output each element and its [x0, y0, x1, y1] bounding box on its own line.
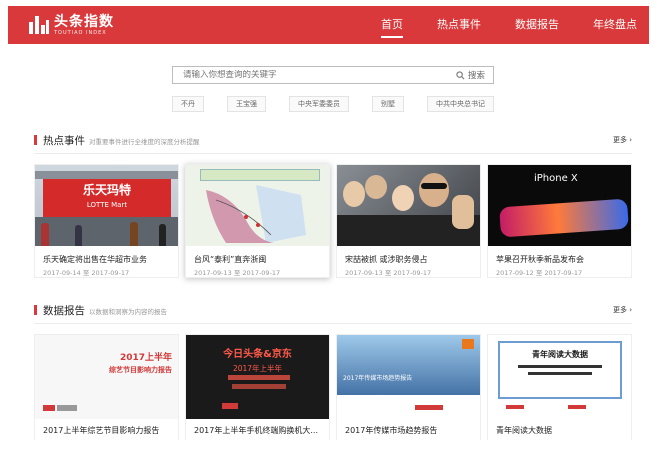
store-sign-subtext: LOTTE Mart [86, 201, 128, 209]
hot-tag[interactable]: 王宝强 [227, 96, 266, 112]
report-cover-line2: 2017年上半年 [232, 364, 283, 373]
logo[interactable]: 头条指数 TOUTIAO INDEX [28, 12, 114, 38]
report-card[interactable]: 2017年传媒市场趋势报告 2017年传媒市场趋势报告 [336, 334, 481, 440]
event-date: 2017-09-13 至 2017-09-17 [345, 269, 432, 277]
report-cover-line1: 青年阅读大数据 [532, 350, 588, 359]
report-card[interactable]: 青年阅读大数据 青年阅读大数据 [487, 334, 632, 440]
search-input[interactable] [183, 70, 443, 80]
event-title: 台风“泰利”直奔浙闽 [194, 255, 267, 264]
report-cover-line2: 综艺节目影响力报告 [109, 366, 172, 374]
event-card[interactable]: iPhone X 苹果召开秋季新品发布会 2017-09-12 至 2017-0… [487, 164, 632, 278]
logo-title: 头条指数 [54, 13, 114, 30]
report-card[interactable]: 今日头条&京东 2017年上半年 2017年上半年手机终端购换机大... [185, 334, 330, 440]
report-title: 2017年传媒市场趋势报告 [345, 426, 438, 435]
event-thumbnail [337, 165, 480, 246]
event-card[interactable]: 乐天玛特 LOTTE Mart 乐天确定将出售在华超市业务 2017-09-14… [34, 164, 179, 278]
event-date: 2017-09-12 至 2017-09-17 [496, 269, 583, 277]
more-label: 更多 [612, 136, 627, 144]
event-title: 乐天确定将出售在华超市业务 [43, 255, 147, 264]
hot-events-title: 热点事件 [43, 135, 85, 147]
data-reports-more-link[interactable]: 更多 › [613, 305, 632, 315]
search-icon [456, 70, 465, 79]
logo-subtitle: TOUTIAO INDEX [54, 29, 107, 36]
report-thumbnail: 青年阅读大数据 [488, 335, 631, 419]
hot-events-more-link[interactable]: 更多 › [613, 135, 632, 145]
report-card[interactable]: 2017上半年 综艺节目影响力报告 2017上半年综艺节目影响力报告 [34, 334, 179, 440]
nav-data-reports[interactable]: 数据报告 [515, 6, 559, 44]
report-thumbnail: 2017年传媒市场趋势报告 [337, 335, 480, 419]
hot-events-list: 乐天玛特 LOTTE Mart 乐天确定将出售在华超市业务 2017-09-14… [34, 164, 632, 278]
event-card[interactable]: 宋喆被抓 或涉职务侵占 2017-09-13 至 2017-09-17 [336, 164, 481, 278]
report-title: 2017年上半年手机终端购换机大... [194, 426, 318, 435]
hot-tag[interactable]: 中共中央总书记 [427, 96, 494, 112]
divider [34, 153, 632, 154]
event-thumbnail [186, 165, 329, 246]
data-reports-title: 数据报告 [43, 305, 85, 317]
search-button[interactable]: 搜索 [456, 69, 485, 81]
event-date: 2017-09-13 至 2017-09-17 [194, 269, 281, 277]
report-title: 2017上半年综艺节目影响力报告 [43, 426, 160, 435]
store-sign-text: 乐天玛特 [82, 183, 131, 197]
data-reports-subtitle: 以数据和洞察为内容的报告 [89, 308, 167, 316]
event-thumbnail: 乐天玛特 LOTTE Mart [35, 165, 178, 246]
event-thumbnail: iPhone X [488, 165, 631, 246]
report-cover-line1: 2017上半年 [119, 353, 172, 363]
nav-year-review[interactable]: 年终盘点 [593, 6, 637, 44]
event-card[interactable]: 台风“泰利”直奔浙闽 2017-09-13 至 2017-09-17 [185, 164, 330, 278]
data-reports-header: 数据报告 以数据和洞察为内容的报告 更多 › [34, 303, 632, 317]
report-thumbnail: 今日头条&京东 2017年上半年 [186, 335, 329, 419]
product-name-text: iPhone X [534, 173, 578, 184]
event-date: 2017-09-14 至 2017-09-17 [43, 269, 130, 277]
main-nav: 首页 热点事件 数据报告 年终盘点 [347, 6, 637, 44]
hot-events-header: 热点事件 对重要事件进行全维度的深度分析提醒 更多 › [34, 133, 632, 147]
hot-tags: 不丹 王宝强 中央军委委员 别墅 中共中央总书记 [172, 96, 494, 112]
more-label: 更多 [612, 306, 627, 314]
hot-tag[interactable]: 别墅 [372, 96, 404, 112]
event-title: 宋喆被抓 或涉职务侵占 [345, 255, 428, 264]
divider [34, 323, 632, 324]
section-marker [34, 135, 37, 145]
report-title: 青年阅读大数据 [496, 426, 552, 435]
hot-events-subtitle: 对重要事件进行全维度的深度分析提醒 [89, 138, 200, 146]
nav-home[interactable]: 首页 [381, 6, 403, 44]
typhoon-map-graphic [206, 185, 306, 243]
report-cover-line1: 2017年传媒市场趋势报告 [343, 375, 413, 382]
search-button-label: 搜索 [467, 71, 485, 81]
nav-hot-events[interactable]: 热点事件 [437, 6, 481, 44]
report-cover-line1: 今日头条&京东 [223, 349, 292, 360]
report-thumbnail: 2017上半年 综艺节目影响力报告 [35, 335, 178, 419]
hot-tag[interactable]: 中央军委委员 [289, 96, 349, 112]
event-title: 苹果召开秋季新品发布会 [496, 255, 584, 264]
search-box: 搜索 [172, 66, 494, 84]
data-reports-list: 2017上半年 综艺节目影响力报告 2017上半年综艺节目影响力报告 今日头条&… [34, 334, 632, 440]
top-bar: 头条指数 TOUTIAO INDEX 首页 热点事件 数据报告 年终盘点 [8, 6, 649, 44]
logo-bars-icon [28, 14, 50, 36]
section-marker [34, 305, 37, 315]
hot-tag[interactable]: 不丹 [172, 96, 204, 112]
